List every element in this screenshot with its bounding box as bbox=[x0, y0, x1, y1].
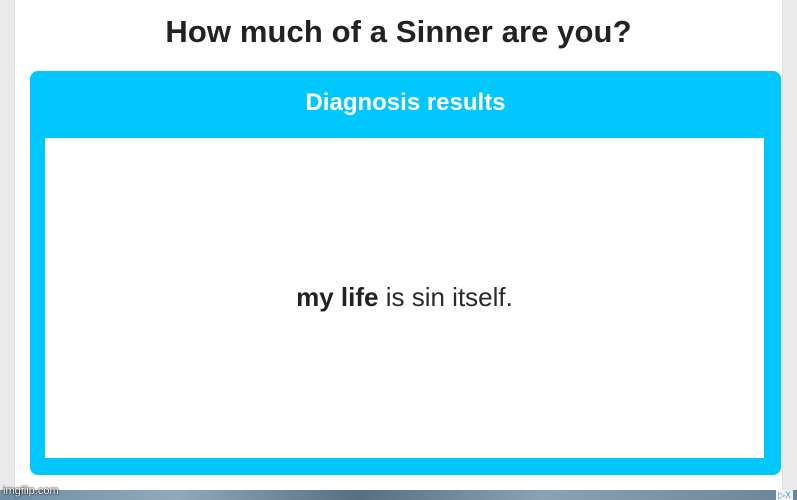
page: How much of a Sinner are you? Diagnosis … bbox=[0, 0, 797, 500]
imgflip-watermark: imgflip.com bbox=[3, 485, 59, 497]
main-content: How much of a Sinner are you? Diagnosis … bbox=[15, 0, 782, 492]
page-title: How much of a Sinner are you? bbox=[165, 14, 632, 49]
diagnosis-results-card: Diagnosis results my life is sin itself. bbox=[30, 71, 781, 475]
card-body: my life is sin itself. bbox=[45, 138, 764, 458]
card-header-label: Diagnosis results bbox=[305, 89, 506, 116]
result-text: is sin itself. bbox=[378, 282, 513, 312]
left-side-rail bbox=[0, 0, 15, 492]
ad-choices-icon[interactable]: ▷X bbox=[776, 490, 793, 500]
right-side-rail bbox=[782, 0, 797, 492]
result-name: my life bbox=[296, 282, 379, 312]
bottom-ad-banner[interactable] bbox=[0, 490, 797, 500]
result-line: my life is sin itself. bbox=[45, 282, 764, 313]
